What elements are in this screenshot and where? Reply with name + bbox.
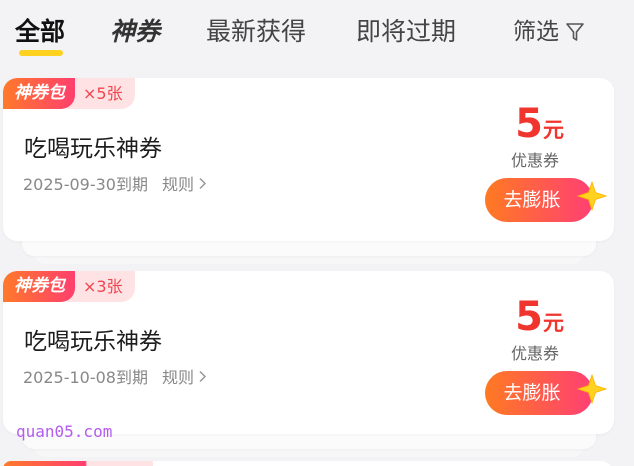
coupon-amount: 5元: [515, 100, 564, 148]
tab-all[interactable]: 全部: [15, 12, 65, 52]
tab-expiring[interactable]: 即将过期: [356, 12, 456, 52]
coupon-meta: 2025-09-30到期 规则: [23, 171, 207, 195]
expiry-date: 2025-10-08到期: [23, 368, 148, 387]
package-tag: 神券包: [3, 271, 75, 302]
package-count: ×3张: [67, 271, 135, 302]
watermark: quan05.com: [16, 422, 113, 441]
amount-label: 优惠券: [511, 344, 560, 363]
coupon-card[interactable]: 神券包 ×5张 吃喝玩乐神券 2025-09-30到期 规则 5元 优惠券 去膨…: [3, 78, 614, 241]
coupon-card-partial[interactable]: [3, 461, 614, 466]
amount-label: 优惠券: [511, 151, 560, 170]
filter-label: 筛选: [513, 19, 559, 45]
filter-button[interactable]: 筛选: [513, 12, 585, 52]
package-badge-partial: [3, 461, 153, 466]
amount-number: 5: [515, 101, 543, 147]
active-tab-indicator: [19, 50, 63, 56]
package-tag: 神券包: [3, 78, 75, 109]
filter-icon: [566, 23, 584, 41]
tab-bar: 全部 神券 最新获得 即将过期 筛选: [0, 0, 634, 66]
package-count: ×5张: [67, 78, 135, 109]
coupon-title: 吃喝玩乐神券: [24, 329, 162, 355]
amount-unit: 元: [543, 311, 564, 335]
package-badge: 神券包 ×3张: [3, 271, 135, 302]
tab-shenquan[interactable]: 神券: [110, 12, 160, 52]
coupon-amount: 5元: [515, 293, 564, 341]
rules-label: 规则: [162, 175, 195, 194]
coupon-meta: 2025-10-08到期 规则: [23, 364, 207, 388]
amount-number: 5: [515, 294, 543, 340]
rules-label: 规则: [162, 368, 195, 387]
chevron-right-icon: [199, 370, 207, 382]
sparkle-star-icon: [577, 181, 607, 211]
expiry-date: 2025-09-30到期: [23, 175, 148, 194]
coupon-title: 吃喝玩乐神券: [24, 136, 162, 162]
rules-link[interactable]: 规则: [162, 364, 207, 388]
tab-latest[interactable]: 最新获得: [206, 12, 306, 52]
amount-unit: 元: [543, 118, 564, 142]
coupon-card[interactable]: 神券包 ×3张 吃喝玩乐神券 2025-10-08到期 规则 5元 优惠券 去膨…: [3, 271, 614, 434]
chevron-right-icon: [199, 177, 207, 189]
sparkle-star-icon: [577, 374, 607, 404]
coupon-group-1: 神券包 ×5张 吃喝玩乐神券 2025-09-30到期 规则 5元 优惠券 去膨…: [0, 78, 634, 264]
package-badge: 神券包 ×5张: [3, 78, 135, 109]
rules-link[interactable]: 规则: [162, 171, 207, 195]
